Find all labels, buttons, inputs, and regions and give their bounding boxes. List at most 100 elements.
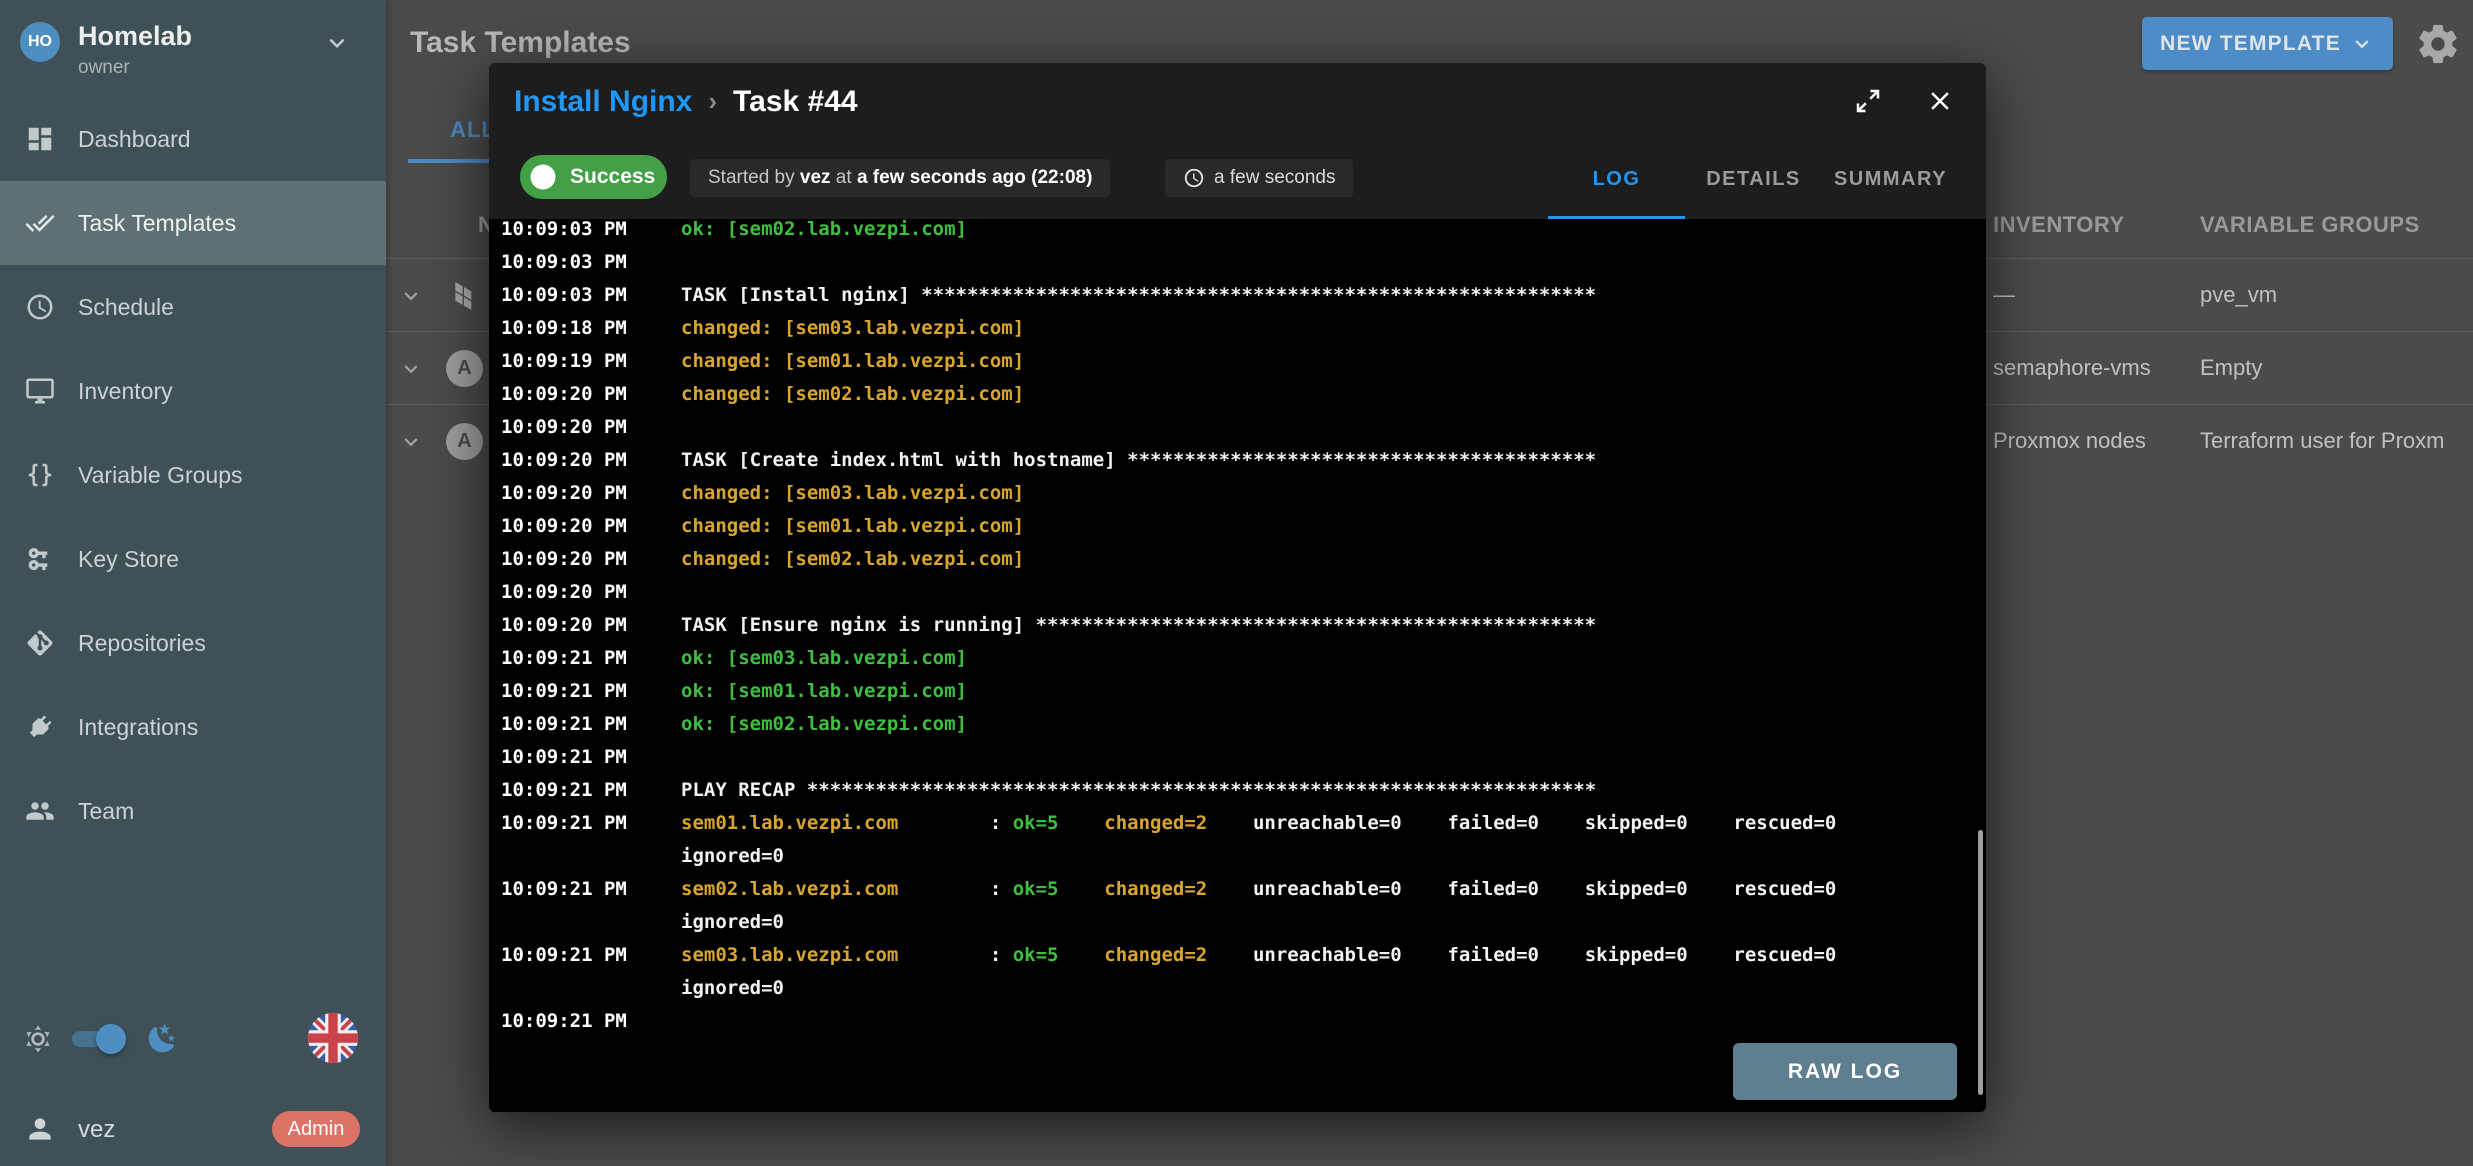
log-output: 10:09:03 PMok: [sem02.lab.vezpi.com]10:0…	[489, 219, 1986, 1038]
log-line: 10:09:20 PMTASK [Ensure nginx is running…	[489, 609, 1986, 642]
chevron-down-icon[interactable]	[398, 283, 424, 309]
clock-icon	[25, 292, 55, 322]
modal-tabs: LOGDETAILSSUMMARY	[1548, 140, 1959, 219]
dashboard-icon	[25, 124, 55, 154]
log-line: 10:09:21 PMok: [sem03.lab.vezpi.com]	[489, 642, 1986, 675]
workspace-role: owner	[78, 57, 130, 79]
sidebar-menu: Dashboard Task Templates Schedule Inventory…	[0, 97, 386, 853]
braces-icon	[25, 460, 55, 490]
chevron-down-icon[interactable]	[398, 356, 424, 382]
sidebar-item-integrations[interactable]: Integrations	[0, 685, 386, 769]
workspace-avatar: HO	[20, 22, 60, 62]
sidebar-item-label: Integrations	[78, 714, 198, 741]
cell-inventory: Proxmox nodes	[1993, 428, 2146, 454]
log-scrollbar-thumb[interactable]	[1978, 830, 1983, 1095]
breadcrumb-separator: ›	[708, 86, 717, 117]
people-icon	[25, 796, 55, 826]
log-line: 10:09:21 PM	[489, 1005, 1986, 1038]
sidebar-item-label: Dashboard	[78, 126, 191, 153]
sidebar-item-label: Key Store	[78, 546, 179, 573]
log-line: 10:09:20 PMTASK [Create index.html with …	[489, 444, 1986, 477]
log-line: 10:09:20 PMchanged: [sem01.lab.vezpi.com…	[489, 510, 1986, 543]
sidebar-item-label: Schedule	[78, 294, 174, 321]
sidebar-item-label: Team	[78, 798, 134, 825]
sidebar-item-inventory[interactable]: Inventory	[0, 349, 386, 433]
template-link[interactable]: Install Nginx	[514, 85, 692, 119]
sidebar-item-dashboard[interactable]: Dashboard	[0, 97, 386, 181]
log-line: 10:09:21 PMok: [sem02.lab.vezpi.com]	[489, 708, 1986, 741]
ansible-icon: A	[446, 350, 483, 387]
cell-inventory: semaphore-vms	[1993, 355, 2151, 381]
log-line: 10:09:20 PMchanged: [sem03.lab.vezpi.com…	[489, 477, 1986, 510]
plug-icon	[25, 712, 55, 742]
close-icon[interactable]	[1925, 86, 1955, 116]
expand-icon[interactable]	[1853, 86, 1883, 116]
task-modal: Install Nginx › Task #44 Success Started…	[489, 63, 1986, 1112]
log-line: ignored=0	[489, 906, 1986, 939]
tab-log[interactable]: LOG	[1548, 140, 1685, 219]
cell-variable-groups: pve_vm	[2200, 282, 2277, 308]
log-line: 10:09:21 PMsem02.lab.vezpi.com : ok=5 ch…	[489, 873, 1986, 906]
log-line: ignored=0	[489, 972, 1986, 1005]
sidebar-item-key-store[interactable]: Key Store	[0, 517, 386, 601]
log-line: 10:09:20 PM	[489, 411, 1986, 444]
breadcrumb: Install Nginx › Task #44	[514, 63, 858, 140]
dark-mode-toggle[interactable]	[72, 1031, 122, 1047]
log-line: 10:09:03 PM	[489, 246, 1986, 279]
checks-icon	[25, 208, 55, 238]
column-header-variable-groups: VARIABLE GROUPS	[2200, 212, 2420, 238]
moon-icon	[146, 1022, 179, 1055]
settings-gear-icon[interactable]	[2415, 21, 2461, 67]
terraform-icon	[448, 280, 480, 312]
user-menu[interactable]: vez Admin	[0, 1100, 386, 1158]
sidebar-item-team[interactable]: Team	[0, 769, 386, 853]
sidebar: HO Homelab owner Dashboard Task Templates…	[0, 0, 386, 1166]
log-line: 10:09:20 PM	[489, 576, 1986, 609]
started-by-chip: Started by vez at a few seconds ago (22:…	[690, 159, 1110, 197]
person-icon	[24, 1113, 56, 1145]
modal-title-row: Install Nginx › Task #44	[489, 63, 1986, 140]
sidebar-item-repositories[interactable]: Repositories	[0, 601, 386, 685]
sidebar-item-label: Variable Groups	[78, 462, 243, 489]
user-name: vez	[78, 1116, 115, 1144]
sidebar-item-label: Repositories	[78, 630, 206, 657]
ansible-icon: A	[446, 423, 483, 460]
cell-variable-groups: Empty	[2200, 355, 2262, 381]
git-icon	[25, 628, 55, 658]
page-title: Task Templates	[410, 26, 631, 60]
cell-variable-groups: Terraform user for Proxm	[2200, 428, 2445, 454]
modal-status-row: Success Started by vez at a few seconds …	[489, 140, 1986, 219]
sidebar-item-variable-groups[interactable]: Variable Groups	[0, 433, 386, 517]
cell-inventory: —	[1993, 282, 2015, 308]
sidebar-item-schedule[interactable]: Schedule	[0, 265, 386, 349]
log-line: 10:09:03 PMok: [sem02.lab.vezpi.com]	[489, 219, 1986, 246]
log-line: 10:09:21 PMsem03.lab.vezpi.com : ok=5 ch…	[489, 939, 1986, 972]
sidebar-item-label: Inventory	[78, 378, 173, 405]
log-line: 10:09:18 PMchanged: [sem03.lab.vezpi.com…	[489, 312, 1986, 345]
theme-switcher	[0, 1010, 386, 1066]
tab-summary[interactable]: SUMMARY	[1822, 140, 1959, 219]
tab-details[interactable]: DETAILS	[1685, 140, 1822, 219]
admin-badge: Admin	[272, 1111, 360, 1147]
status-badge: Success	[520, 155, 667, 199]
log-line: 10:09:21 PM	[489, 741, 1986, 774]
chevron-down-icon[interactable]	[398, 429, 424, 455]
column-header-inventory: INVENTORY	[1993, 212, 2125, 238]
sidebar-item-task-templates[interactable]: Task Templates	[0, 181, 386, 265]
monitor-icon	[25, 376, 55, 406]
new-template-button[interactable]: NEW TEMPLATE	[2142, 17, 2393, 70]
workspace-name: Homelab	[78, 21, 192, 52]
task-title: Task #44	[733, 85, 858, 119]
chevron-down-icon[interactable]	[322, 28, 352, 58]
check-circle-icon	[528, 162, 558, 192]
keys-icon	[25, 544, 55, 574]
log-line: 10:09:20 PMchanged: [sem02.lab.vezpi.com…	[489, 378, 1986, 411]
raw-log-button[interactable]: RAW LOG	[1733, 1043, 1957, 1100]
log-panel: 10:09:03 PMok: [sem02.lab.vezpi.com]10:0…	[489, 219, 1986, 1112]
workspace-switcher[interactable]: HO Homelab owner	[0, 0, 386, 97]
sun-icon	[22, 1023, 54, 1055]
toggle-knob[interactable]	[96, 1024, 126, 1054]
language-flag-uk-icon[interactable]	[308, 1013, 358, 1063]
log-line: 10:09:19 PMchanged: [sem01.lab.vezpi.com…	[489, 345, 1986, 378]
log-line: 10:09:21 PMPLAY RECAP ******************…	[489, 774, 1986, 807]
